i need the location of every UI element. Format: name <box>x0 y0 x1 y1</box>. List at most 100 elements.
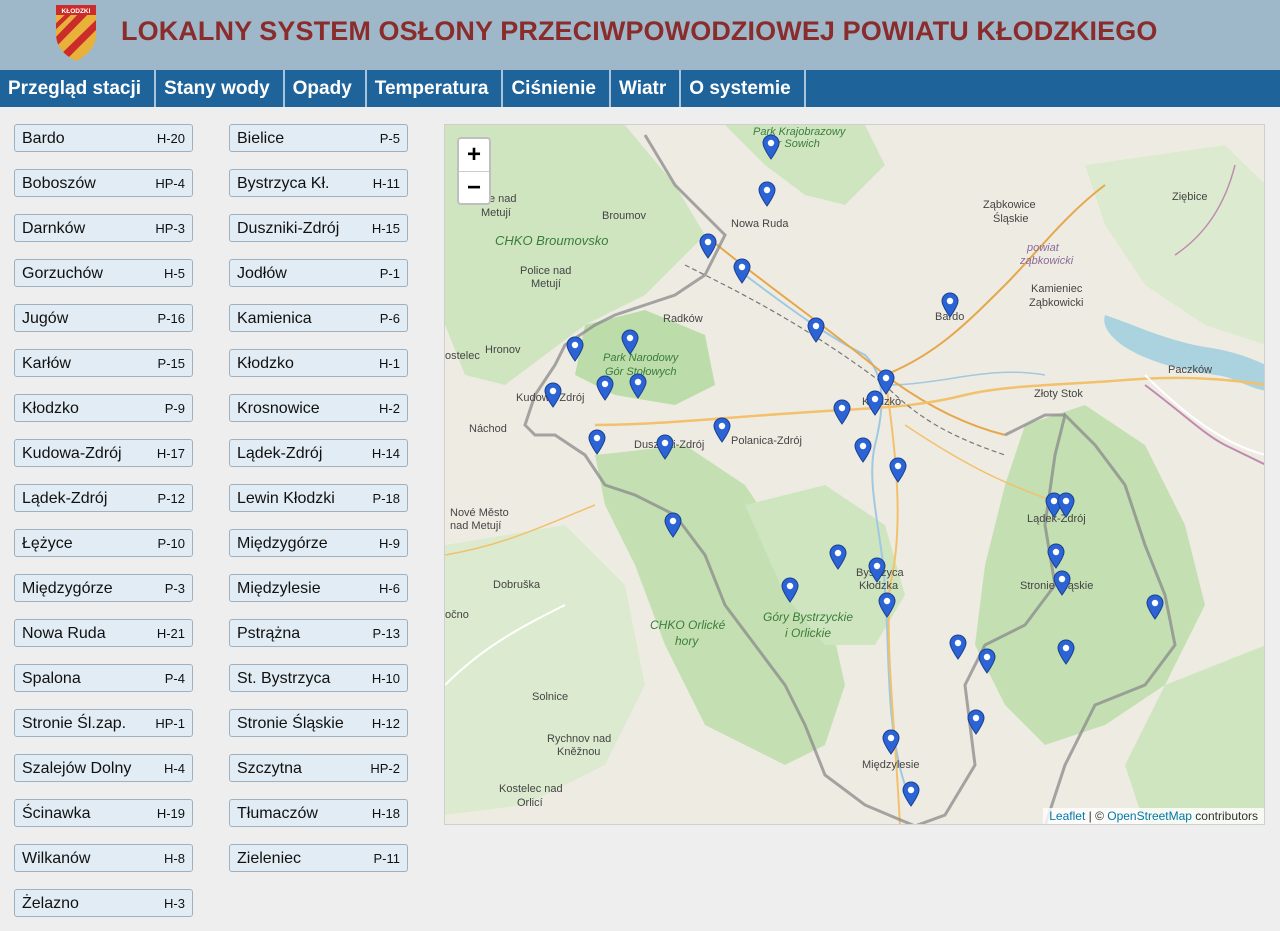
station-button[interactable]: Wilkanów H-8 <box>14 844 193 872</box>
station-button[interactable]: Kłodzko P-9 <box>14 394 193 422</box>
map-label: Kamieniec <box>1031 283 1083 295</box>
station-marker-icon[interactable] <box>833 399 851 425</box>
station-name: Gorzuchów <box>22 265 103 282</box>
station-name: St. Bystrzyca <box>237 670 331 687</box>
station-marker-icon[interactable] <box>902 781 920 807</box>
station-button[interactable]: Jodłów P-1 <box>229 259 408 287</box>
station-marker-icon[interactable] <box>829 544 847 570</box>
nav-przeglad-stacji[interactable]: Przegląd stacji <box>0 70 157 107</box>
station-code: H-2 <box>379 401 400 416</box>
station-name: Kamienica <box>237 310 312 327</box>
station-button[interactable]: Boboszów HP-4 <box>14 169 193 197</box>
station-marker-icon[interactable] <box>566 336 584 362</box>
station-marker-icon[interactable] <box>629 373 647 399</box>
station-button[interactable]: Stronie Śl.zap. HP-1 <box>14 709 193 737</box>
map-label: Police nad <box>520 265 572 277</box>
station-button[interactable]: Kamienica P-6 <box>229 304 408 332</box>
station-code: H-18 <box>371 806 400 821</box>
nav-stany-wody[interactable]: Stany wody <box>156 70 285 107</box>
station-name: Nowa Ruda <box>22 625 106 642</box>
station-marker-icon[interactable] <box>866 390 884 416</box>
station-button[interactable]: Międzylesie H-6 <box>229 574 408 602</box>
nav-opady[interactable]: Opady <box>285 70 367 107</box>
station-name: Krosnowice <box>237 400 320 417</box>
leaflet-link[interactable]: Leaflet <box>1049 809 1085 823</box>
station-marker-icon[interactable] <box>868 557 886 583</box>
osm-link[interactable]: OpenStreetMap <box>1107 809 1192 823</box>
station-marker-icon[interactable] <box>621 329 639 355</box>
station-button[interactable]: St. Bystrzyca H-10 <box>229 664 408 692</box>
nav-temperatura[interactable]: Temperatura <box>367 70 504 107</box>
station-button[interactable]: Pstrążna P-13 <box>229 619 408 647</box>
station-marker-icon[interactable] <box>941 292 959 318</box>
station-button[interactable]: Darnków HP-3 <box>14 214 193 242</box>
station-marker-icon[interactable] <box>1053 570 1071 596</box>
station-name: Szalejów Dolny <box>22 760 132 777</box>
page-title: LOKALNY SYSTEM OSŁONY PRZECIWPOWODZIOWEJ… <box>121 16 1158 46</box>
map-label: nad Metují <box>450 520 502 532</box>
station-button[interactable]: Szalejów Dolny H-4 <box>14 754 193 782</box>
station-button[interactable]: Lądek-Zdrój H-14 <box>229 439 408 467</box>
station-button[interactable]: Spalona P-4 <box>14 664 193 692</box>
station-marker-icon[interactable] <box>854 437 872 463</box>
station-marker-icon[interactable] <box>878 592 896 618</box>
station-marker-icon[interactable] <box>762 134 780 160</box>
station-button[interactable]: Bystrzyca Kł. H-11 <box>229 169 408 197</box>
nav-wiatr[interactable]: Wiatr <box>611 70 682 107</box>
nav-cisnienie[interactable]: Ciśnienie <box>503 70 611 107</box>
station-marker-icon[interactable] <box>664 512 682 538</box>
station-button[interactable]: Lewin Kłodzki P-18 <box>229 484 408 512</box>
station-button[interactable]: Bardo H-20 <box>14 124 193 152</box>
station-button[interactable]: Gorzuchów H-5 <box>14 259 193 287</box>
station-button[interactable]: Ścinawka H-19 <box>14 799 193 827</box>
station-marker-icon[interactable] <box>949 634 967 660</box>
station-marker-icon[interactable] <box>882 729 900 755</box>
station-marker-icon[interactable] <box>807 317 825 343</box>
station-marker-icon[interactable] <box>1057 639 1075 665</box>
station-marker-icon[interactable] <box>596 375 614 401</box>
zoom-out-button[interactable]: − <box>459 172 489 204</box>
station-name: Ścinawka <box>22 805 91 822</box>
station-button[interactable]: Tłumaczów H-18 <box>229 799 408 827</box>
station-code: P-18 <box>372 491 400 506</box>
station-marker-icon[interactable] <box>713 417 731 443</box>
station-code: H-5 <box>164 266 185 281</box>
station-button[interactable]: Stronie Śląskie H-12 <box>229 709 408 737</box>
station-marker-icon[interactable] <box>889 457 907 483</box>
station-name: Żelazno <box>22 895 79 912</box>
station-marker-icon[interactable] <box>588 429 606 455</box>
station-marker-icon[interactable] <box>758 181 776 207</box>
station-button[interactable]: Zieleniec P-11 <box>229 844 408 872</box>
station-marker-icon[interactable] <box>967 709 985 735</box>
station-button[interactable]: Kłodzko H-1 <box>229 349 408 377</box>
station-marker-icon[interactable] <box>1057 492 1075 518</box>
station-marker-icon[interactable] <box>978 648 996 674</box>
station-button[interactable]: Międzygórze H-9 <box>229 529 408 557</box>
station-marker-icon[interactable] <box>1146 594 1164 620</box>
station-map[interactable]: Park Krajobrazowy Gór Sowich ice nad Met… <box>444 124 1265 825</box>
station-code: H-11 <box>372 176 400 191</box>
station-button[interactable]: Łężyce P-10 <box>14 529 193 557</box>
station-name: Międzylesie <box>237 580 321 597</box>
station-button[interactable]: Bielice P-5 <box>229 124 408 152</box>
station-marker-icon[interactable] <box>1047 543 1065 569</box>
nav-o-systemie[interactable]: O systemie <box>681 70 806 107</box>
zoom-in-button[interactable]: + <box>459 139 489 172</box>
station-marker-icon[interactable] <box>544 382 562 408</box>
station-marker-icon[interactable] <box>656 434 674 460</box>
station-button[interactable]: Duszniki-Zdrój H-15 <box>229 214 408 242</box>
station-button[interactable]: Krosnowice H-2 <box>229 394 408 422</box>
station-button[interactable]: Kudowa-Zdrój H-17 <box>14 439 193 467</box>
station-button[interactable]: Lądek-Zdrój P-12 <box>14 484 193 512</box>
station-marker-icon[interactable] <box>781 577 799 603</box>
station-button[interactable]: Żelazno H-3 <box>14 889 193 917</box>
station-code: P-15 <box>157 356 185 371</box>
station-button[interactable]: Szczytna HP-2 <box>229 754 408 782</box>
station-button[interactable]: Międzygórze P-3 <box>14 574 193 602</box>
station-button[interactable]: Jugów P-16 <box>14 304 193 332</box>
station-button[interactable]: Karłów P-15 <box>14 349 193 377</box>
station-marker-icon[interactable] <box>699 233 717 259</box>
station-button[interactable]: Nowa Ruda H-21 <box>14 619 193 647</box>
station-marker-icon[interactable] <box>733 258 751 284</box>
station-name: Pstrążna <box>237 625 301 642</box>
